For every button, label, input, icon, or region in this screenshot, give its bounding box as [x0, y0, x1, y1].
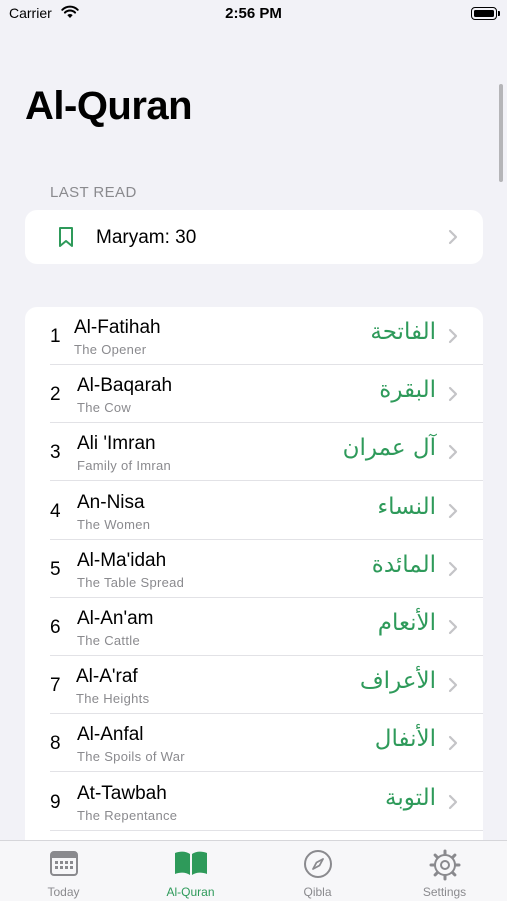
last-read-header: LAST READ [50, 184, 137, 201]
battery-icon [471, 7, 497, 20]
calendar-icon [0, 849, 127, 881]
battery-cap [498, 11, 500, 16]
surah-meaning: The Table Spread [77, 574, 185, 590]
surah-number: 1 [50, 326, 61, 347]
surah-name: At-Tawbah [77, 782, 167, 804]
tab-label-al-quran: Al-Quran [166, 885, 215, 899]
surah-row[interactable]: 5 Al-Ma'idah The Table Spread المائدة [25, 540, 483, 598]
surah-number: 9 [50, 791, 61, 813]
page-title: Al-Quran [25, 84, 193, 128]
surah-name: An-Nisa [77, 491, 145, 513]
surah-meaning: The Opener [74, 342, 147, 357]
status-time: 2:56 PM [225, 5, 282, 22]
tab-today[interactable]: Today [0, 841, 127, 901]
gear-icon [381, 849, 507, 881]
chevron-right-icon [448, 561, 458, 582]
surah-name: Al-Ma'idah [77, 549, 167, 571]
surah-meaning: Family of Imran [77, 458, 172, 474]
surah-row[interactable]: 9 At-Tawbah The Repentance التوبة [25, 773, 483, 831]
tab-al-quran[interactable]: Al-Quran [127, 841, 254, 901]
surah-meaning: The Cow [77, 400, 132, 416]
surah-row[interactable]: 3 Ali 'Imran Family of Imran آل عمران [25, 423, 483, 482]
last-read-card[interactable]: Maryam: 30 [25, 210, 483, 264]
surah-arabic-name: الفاتحة [370, 319, 436, 345]
surah-meaning: The Spoils of War [77, 749, 185, 765]
surah-number: 7 [50, 675, 61, 697]
surah-row[interactable]: 6 Al-An'am The Cattle الأنعام [25, 598, 483, 656]
chevron-right-icon [448, 677, 458, 698]
surah-list: 1 Al-Fatihah The Opener الفاتحة 2 Al-Baqarah T… [25, 307, 483, 867]
row-divider [50, 829, 483, 831]
book-icon [127, 849, 254, 881]
surah-meaning: The Heights [76, 691, 150, 707]
chevron-right-icon [448, 444, 458, 465]
bookmark-icon [57, 226, 75, 253]
surah-row[interactable]: 2 Al-Baqarah The Cow البقرة [25, 365, 483, 424]
surah-row[interactable]: 4 An-Nisa The Women النساء [25, 482, 483, 540]
compass-icon [254, 849, 381, 881]
surah-name: Al-Anfal [77, 724, 144, 746]
chevron-right-icon [448, 503, 458, 524]
surah-arabic-name: البقرة [379, 377, 436, 404]
surah-arabic-name: النساء [377, 493, 436, 520]
tab-settings[interactable]: Settings [381, 841, 507, 901]
scroll-indicator[interactable] [499, 84, 503, 182]
surah-arabic-name: آل عمران [342, 435, 436, 462]
surah-arabic-name: الأعراف [359, 668, 436, 695]
surah-number: 2 [50, 384, 61, 406]
last-read-label: Maryam: 30 [96, 227, 197, 248]
status-bar: Carrier 2:56 PM [0, 0, 507, 28]
tab-label-qibla: Qibla [303, 885, 332, 899]
surah-name: Al-A'raf [76, 666, 138, 688]
chevron-right-icon [448, 735, 458, 756]
chevron-right-icon [448, 229, 458, 250]
surah-number: 4 [50, 500, 61, 522]
surah-meaning: The Repentance [77, 807, 178, 823]
surah-row[interactable]: 7 Al-A'raf The Heights الأعراف [25, 656, 483, 715]
tab-qibla[interactable]: Qibla [254, 841, 381, 901]
surah-name: Al-Fatihah [74, 317, 161, 338]
surah-name: Ali 'Imran [77, 433, 156, 455]
surah-meaning: The Cattle [77, 633, 140, 648]
surah-arabic-name: الأنعام [377, 610, 436, 636]
tab-bar: Today Al-Quran Qibla Settings [0, 840, 507, 901]
tab-label-settings: Settings [422, 885, 467, 899]
surah-meaning: The Women [77, 516, 151, 532]
surah-number: 3 [50, 442, 61, 464]
surah-arabic-name: المائدة [371, 551, 436, 578]
chevron-right-icon [448, 794, 458, 815]
tab-label-today: Today [47, 885, 80, 899]
surah-name: Al-An'am [77, 608, 154, 629]
surah-row[interactable]: 8 Al-Anfal The Spoils of War الأنفال [25, 714, 483, 773]
chevron-right-icon [448, 328, 458, 349]
surah-arabic-name: الأنفال [374, 726, 436, 753]
surah-arabic-name: التوبة [385, 784, 436, 811]
surah-name: Al-Baqarah [77, 375, 173, 397]
surah-row[interactable]: 1 Al-Fatihah The Opener الفاتحة [25, 307, 483, 365]
surah-number: 8 [50, 733, 61, 755]
chevron-right-icon [448, 619, 458, 640]
surah-number: 5 [50, 558, 61, 580]
surah-number: 6 [50, 617, 61, 638]
chevron-right-icon [448, 386, 458, 407]
